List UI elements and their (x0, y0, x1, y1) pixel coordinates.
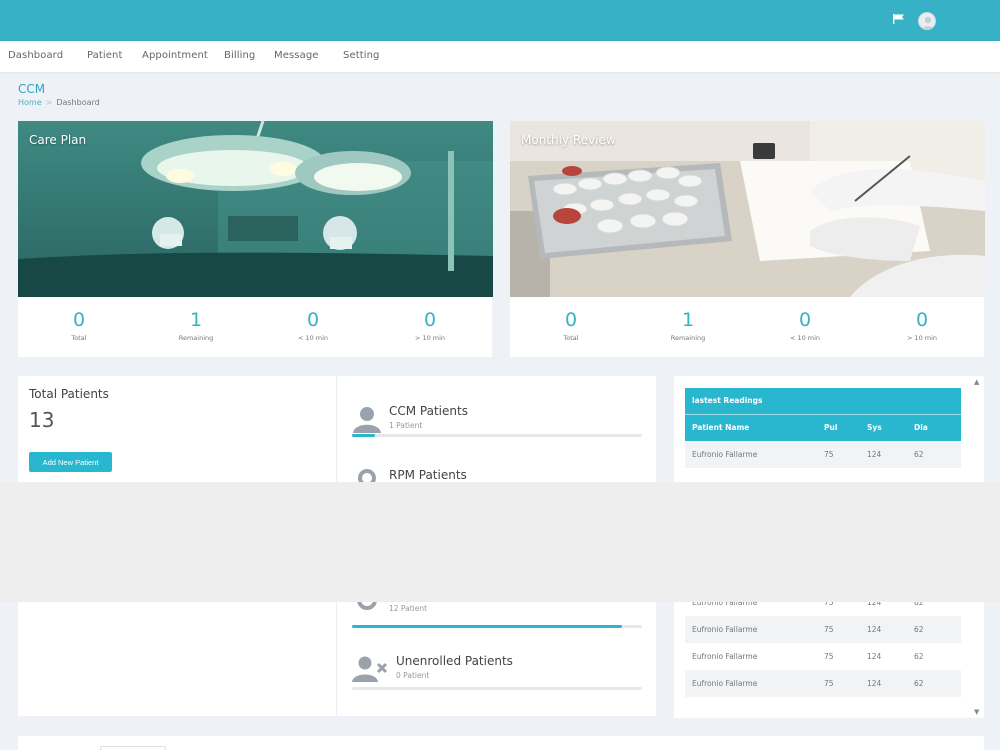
group-progress-bar (352, 434, 642, 437)
readings-table-continued: Eufronio Fallarme 75 124 62 Eufronio Fal… (685, 589, 961, 697)
monthly-review-stat-total: 0 Total (512, 309, 630, 342)
unenrolled-patient-icon (352, 656, 388, 682)
breadcrumb-home-link[interactable]: Home (18, 98, 42, 107)
readings-title: lastest Readings (685, 388, 961, 414)
bottom-select[interactable] (100, 746, 166, 750)
monthly-review-title: Monthly Review (521, 133, 616, 147)
scroll-down-arrow-icon[interactable]: ▼ (974, 708, 979, 716)
cell-pulse: 75 (824, 670, 867, 697)
bottom-card (18, 736, 984, 750)
stat-label: Total (71, 334, 87, 342)
nav-appointment[interactable]: Appointment (142, 50, 208, 61)
monthly-review-card: Monthly Review 0 Total 1 Remaining 0 < 1… (510, 121, 985, 357)
total-patients-count: 13 (29, 408, 55, 432)
stat-value: 1 (189, 309, 203, 331)
group-progress-bar (352, 625, 642, 628)
monthly-review-stat-under-10: 0 < 10 min (746, 309, 864, 342)
stat-label: < 10 min (297, 334, 329, 342)
cell-pulse: 75 (824, 616, 867, 643)
progress-fill (352, 625, 622, 628)
group-subtitle: 12 Patient (389, 604, 428, 613)
progress-fill (352, 434, 376, 437)
add-new-patient-button[interactable]: Add New Patient (29, 452, 112, 472)
care-plan-title: Care Plan (29, 133, 87, 147)
top-header-bar (0, 0, 1000, 41)
monthly-review-photo: Monthly Review (510, 121, 985, 297)
monthly-review-stat-remaining: 1 Remaining (629, 309, 747, 342)
care-plan-stat-under-10: 0 < 10 min (254, 309, 372, 342)
stat-value: 0 (798, 309, 812, 331)
stat-label: < 10 min (789, 334, 821, 342)
cell-systolic: 124 (867, 670, 914, 697)
page-title: CCM (18, 82, 46, 96)
care-plan-card: Care Plan 0 Total 1 Remaining 0 < 10 min… (18, 121, 493, 357)
nav-message[interactable]: Message (274, 50, 319, 61)
nav-patient[interactable]: Patient (87, 50, 123, 61)
table-row[interactable]: Eufronio Fallarme 75 124 62 (685, 643, 961, 670)
cell-patient-name: Eufronio Fallarme (685, 670, 824, 697)
stat-label: Remaining (178, 334, 214, 342)
breadcrumb-separator: > (45, 98, 53, 107)
stat-value: 0 (306, 309, 320, 331)
patient-icon (353, 407, 381, 433)
stat-label: Remaining (670, 334, 706, 342)
cell-pulse: 75 (824, 643, 867, 670)
cell-diastolic: 62 (914, 616, 961, 643)
cell-patient-name: Eufronio Fallarme (685, 643, 824, 670)
column-header-diastolic[interactable]: Dia (914, 413, 961, 441)
cell-patient-name: Eufronio Fallarme (685, 441, 824, 468)
cell-systolic: 124 (867, 616, 914, 643)
cell-systolic: 124 (867, 441, 914, 468)
stat-value: 0 (423, 309, 437, 331)
care-plan-photo: Care Plan (18, 121, 493, 297)
breadcrumb: Home > Dashboard (18, 98, 100, 107)
breadcrumb-current: Dashboard (56, 98, 100, 107)
column-header-patient-name[interactable]: Patient Name (685, 413, 824, 441)
table-row[interactable]: Eufronio Fallarme 75 124 62 (685, 441, 961, 468)
cell-patient-name: Eufronio Fallarme (685, 616, 824, 643)
group-title: Unenrolled Patients (396, 654, 513, 668)
stat-value: 1 (681, 309, 695, 331)
scroll-up-arrow-icon[interactable]: ▲ (974, 378, 979, 386)
column-header-pulse[interactable]: Pul (824, 413, 867, 441)
table-row[interactable]: Eufronio Fallarme 75 124 62 (685, 616, 961, 643)
stat-label: > 10 min (906, 334, 938, 342)
cell-diastolic: 62 (914, 643, 961, 670)
group-title: RPM Patients (389, 468, 467, 482)
user-avatar-icon[interactable] (918, 12, 936, 30)
care-plan-stat-total: 0 Total (20, 309, 138, 342)
nav-dashboard[interactable]: Dashboard (8, 50, 63, 61)
care-plan-stat-remaining: 1 Remaining (137, 309, 255, 342)
cell-pulse: 75 (824, 441, 867, 468)
monthly-review-stat-over-10: 0 > 10 min (863, 309, 981, 342)
nav-billing[interactable]: Billing (224, 50, 255, 61)
care-plan-stat-over-10: 0 > 10 min (371, 309, 489, 342)
stat-label: Total (563, 334, 579, 342)
cell-diastolic: 62 (914, 670, 961, 697)
group-subtitle: 1 Patient (389, 421, 423, 430)
cell-systolic: 124 (867, 643, 914, 670)
stat-label: > 10 min (414, 334, 446, 342)
flag-icon[interactable] (893, 14, 905, 24)
readings-table: lastest Readings Patient Name Pul Sys Di… (685, 388, 961, 468)
total-patients-title: Total Patients (29, 387, 109, 401)
nav-setting[interactable]: Setting (343, 50, 380, 61)
stat-value: 0 (915, 309, 929, 331)
stat-value: 0 (72, 309, 86, 331)
loading-overlay (0, 482, 1000, 602)
table-row[interactable]: Eufronio Fallarme 75 124 62 (685, 670, 961, 697)
group-progress-bar (352, 687, 642, 690)
group-subtitle: 0 Patient (396, 671, 430, 680)
stat-value: 0 (564, 309, 578, 331)
cell-diastolic: 62 (914, 441, 961, 468)
main-navigation: Dashboard Patient Appointment Billing Me… (0, 41, 1000, 72)
group-title: CCM Patients (389, 404, 468, 418)
column-header-systolic[interactable]: Sys (867, 413, 914, 441)
